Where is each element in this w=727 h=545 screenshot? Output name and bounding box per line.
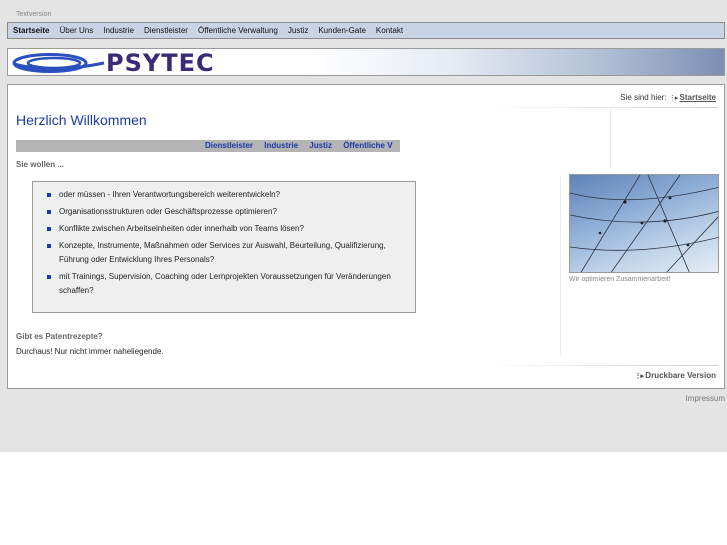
list-item: mit Trainings, Supervision, Coaching ode… <box>47 270 409 298</box>
logo-banner: PSYTEC <box>7 48 725 76</box>
intro-heading: Sie wollen ... <box>16 160 65 169</box>
nav-item-industrie[interactable]: Industrie <box>98 22 139 39</box>
list-item-text: oder müssen - Ihren Verantwortungsbereic… <box>59 190 281 199</box>
print-version-link[interactable]: ⋮▸ Druckbare Version <box>635 371 716 380</box>
logo-swoosh-icon <box>12 53 105 73</box>
column-divider <box>610 109 611 169</box>
nav-item-kontakt[interactable]: Kontakt <box>371 22 408 39</box>
list-item-text: Konzepte, Instrumente, Maßnahmen oder Se… <box>59 241 386 264</box>
square-bullet-icon <box>47 210 51 214</box>
list-item: Organisationsstrukturen oder Geschäftspr… <box>47 205 409 219</box>
sky-cables-image <box>569 174 719 273</box>
logo-wordmark[interactable]: PSYTEC <box>106 49 215 75</box>
list-item: Konzepte, Instrumente, Maßnahmen oder Se… <box>47 239 409 267</box>
breadcrumb: Sie sind hier: ⋮▸ Startseite <box>620 93 716 102</box>
list-item-text: Organisationsstrukturen oder Geschäftspr… <box>59 207 277 216</box>
goals-list: oder müssen - Ihren Verantwortungsbereic… <box>33 182 415 298</box>
list-item: Konflikte zwischen Arbeitseinheiten oder… <box>47 222 409 236</box>
main-content: Sie sind hier: ⋮▸ Startseite Herzlich Wi… <box>7 84 725 389</box>
subnav-item-oeffentliche-verwaltung[interactable]: Öffentliche V <box>343 141 392 150</box>
breadcrumb-current[interactable]: Startseite <box>680 93 716 102</box>
breadcrumb-arrow-icon: ⋮▸ <box>668 95 678 102</box>
square-bullet-icon <box>47 275 51 279</box>
square-bullet-icon <box>47 193 51 197</box>
list-item-text: mit Trainings, Supervision, Coaching ode… <box>59 272 391 295</box>
goals-box: oder müssen - Ihren Verantwortungsbereic… <box>32 181 416 313</box>
page: Textversion Startseite Über Uns Industri… <box>0 0 727 452</box>
square-bullet-icon <box>47 227 51 231</box>
patent-text: Durchaus! Nur nicht immer naheliegende. <box>16 347 164 356</box>
list-item-text: Konflikte zwischen Arbeitseinheiten oder… <box>59 224 304 233</box>
textversion-link[interactable]: Textversion <box>16 11 51 18</box>
page-title: Herzlich Willkommen <box>16 112 147 128</box>
overhead-wires-illustration <box>570 175 718 272</box>
image-caption: Wir optimieren Zusammenarbeit! <box>569 276 671 283</box>
subnav-item-industrie[interactable]: Industrie <box>264 141 298 150</box>
print-arrow-icon: ⋮▸ <box>634 373 644 380</box>
nav-item-startseite[interactable]: Startseite <box>8 22 54 39</box>
nav-item-dienstleister[interactable]: Dienstleister <box>139 22 193 39</box>
nav-item-justiz[interactable]: Justiz <box>283 22 313 39</box>
sector-subnav: Dienstleister Industrie Justiz Öffentlic… <box>16 140 400 152</box>
print-version-label: Druckbare Version <box>645 371 716 380</box>
top-navigation: Startseite Über Uns Industrie Dienstleis… <box>7 22 725 39</box>
breadcrumb-prefix: Sie sind hier: <box>620 93 667 102</box>
breadcrumb-divider <box>478 107 718 108</box>
patent-heading: Gibt es Patentrezepte? <box>16 332 103 341</box>
impressum-link[interactable]: Impressum <box>685 394 725 403</box>
sidebar-divider <box>560 175 561 355</box>
bottom-divider <box>478 365 718 366</box>
nav-item-kunden-gate[interactable]: Kunden-Gate <box>313 22 371 39</box>
subnav-item-dienstleister[interactable]: Dienstleister <box>205 141 253 150</box>
list-item: oder müssen - Ihren Verantwortungsbereic… <box>47 188 409 202</box>
subnav-item-justiz[interactable]: Justiz <box>309 141 332 150</box>
nav-item-oeffentliche-verwaltung[interactable]: Öffentliche Verwaltung <box>193 22 283 39</box>
square-bullet-icon <box>47 244 51 248</box>
nav-item-ueber-uns[interactable]: Über Uns <box>54 22 98 39</box>
